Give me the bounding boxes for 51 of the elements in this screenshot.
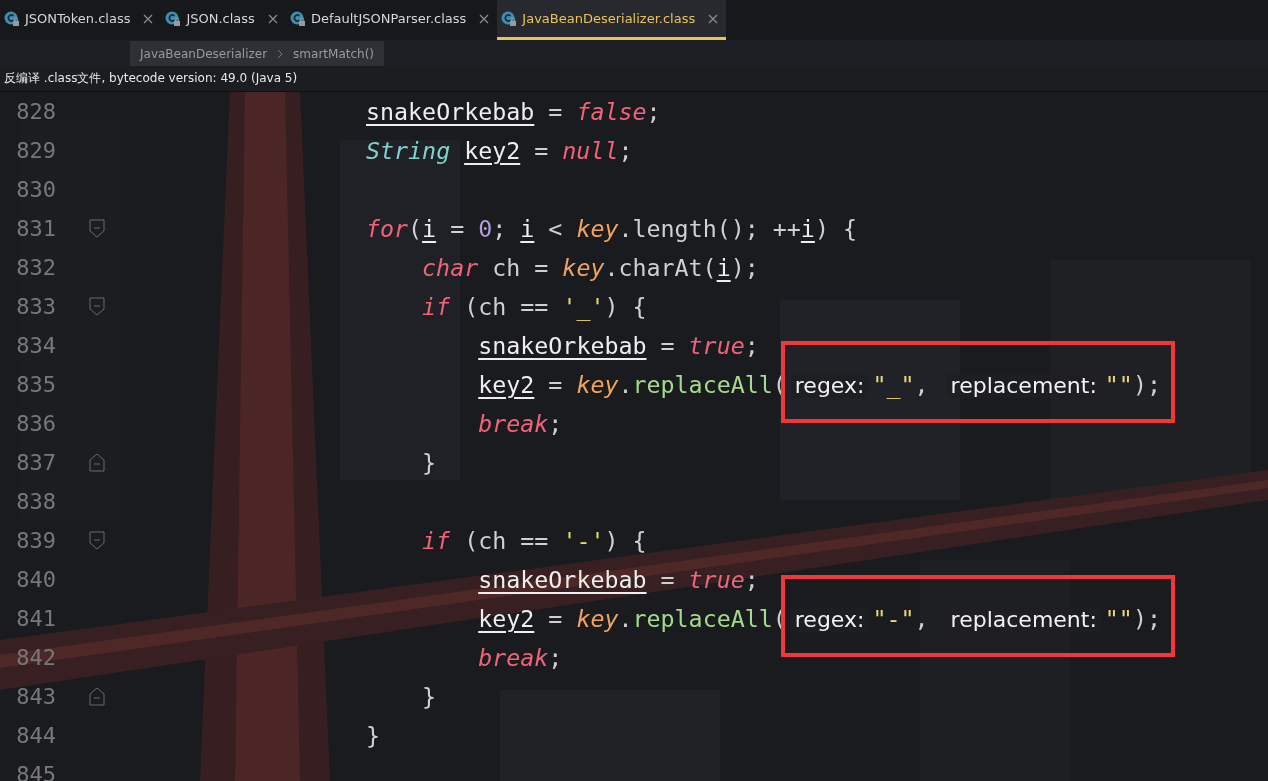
- line-number: 829: [15, 138, 56, 163]
- line-number: 837: [15, 450, 56, 475]
- close-icon[interactable]: [143, 13, 154, 24]
- code-line: snakeOrkebab = false;: [366, 98, 661, 125]
- code-line: break;: [478, 410, 563, 437]
- line-number: 839: [15, 528, 56, 553]
- line-number: 833: [15, 294, 56, 319]
- code-line: snakeOrkebab = true;: [478, 566, 759, 593]
- line-number: 840: [15, 567, 56, 592]
- line-number: 835: [15, 372, 56, 397]
- fold-marker-icon[interactable]: [89, 297, 105, 316]
- class-file-icon: [501, 10, 518, 27]
- code-line: if (ch == '-') {: [422, 527, 647, 554]
- editor-tab[interactable]: JavaBeanDeserializer.class: [497, 0, 727, 40]
- editor-tab[interactable]: DefaultJSONParser.class: [285, 0, 498, 40]
- code-line: char ch = key.charAt(i);: [422, 254, 759, 281]
- decompiled-notice: 反编译 .class文件, bytecode version: 49.0 (Java 5): [3, 70, 299, 87]
- line-number: 828: [15, 99, 56, 124]
- line-number: 830: [15, 177, 56, 202]
- line-number: 834: [15, 333, 56, 358]
- code-line: }: [422, 683, 437, 710]
- code-line: }: [366, 722, 381, 749]
- fold-marker-icon[interactable]: [89, 219, 105, 238]
- line-number: 843: [15, 684, 56, 709]
- line-number: 842: [15, 645, 56, 670]
- code-line: String key2 = null;: [366, 137, 633, 164]
- class-file-icon: [289, 10, 306, 27]
- close-icon[interactable]: [267, 13, 278, 24]
- line-number: 831: [15, 216, 56, 241]
- class-file-icon: [4, 10, 20, 27]
- line-number: 832: [15, 255, 56, 280]
- chevron-icon: [277, 48, 284, 59]
- line-number: 836: [15, 411, 56, 436]
- editor-tab[interactable]: JSONToken.class: [0, 0, 162, 40]
- code-line: break;: [478, 644, 563, 671]
- editor-tab[interactable]: JSON.class: [161, 0, 286, 40]
- fold-marker-icon[interactable]: [89, 687, 105, 706]
- code-line: snakeOrkebab = true;: [478, 332, 759, 359]
- breadcrumb-item[interactable]: JavaBeanDeserializer: [140, 46, 268, 61]
- breadcrumb-item[interactable]: smartMatch(): [293, 46, 374, 61]
- fold-marker-icon[interactable]: [89, 453, 105, 472]
- code-line: if (ch == '_') {: [422, 293, 647, 320]
- line-number: 841: [15, 606, 56, 631]
- line-number: 838: [15, 489, 56, 514]
- class-file-icon: [165, 10, 182, 27]
- line-number: 844: [15, 723, 56, 748]
- code-line: for(i = 0; i < key.length(); ++i) {: [366, 215, 857, 242]
- fold-marker-icon[interactable]: [89, 531, 105, 550]
- code-line: }: [422, 449, 437, 476]
- close-icon[interactable]: [708, 13, 719, 24]
- close-icon[interactable]: [479, 13, 490, 24]
